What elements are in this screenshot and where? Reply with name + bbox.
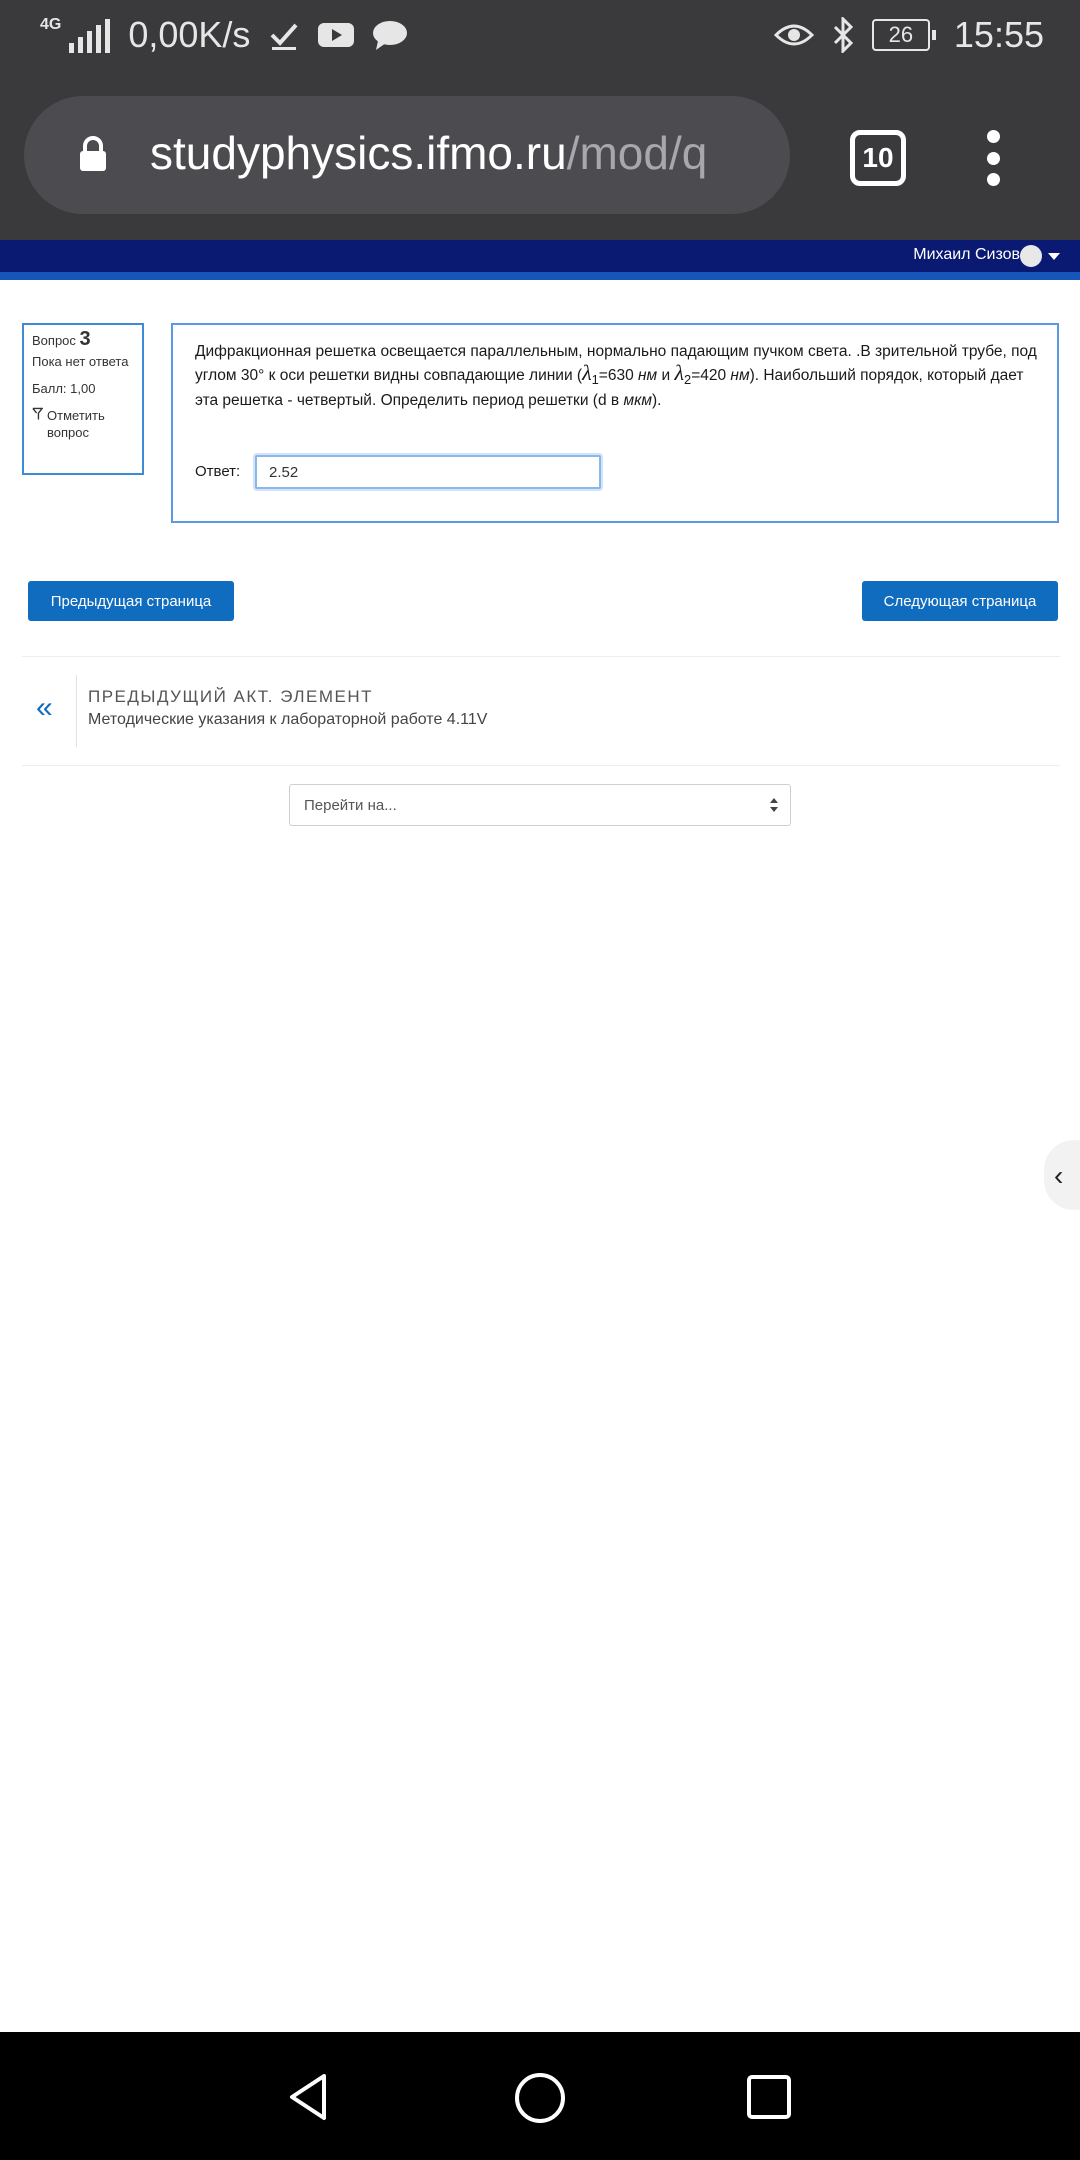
question-label: Вопрос — [32, 333, 76, 348]
caret-down-icon[interactable] — [1048, 253, 1060, 260]
question-text-part3: ). — [652, 392, 662, 410]
answer-input[interactable] — [255, 455, 601, 489]
lambda-unit-1: нм — [638, 367, 658, 384]
previous-activity-title: Методические указания к лабораторной раб… — [88, 711, 488, 728]
divider — [76, 675, 77, 747]
user-menu[interactable]: Михаил Сизов — [913, 246, 1020, 264]
previous-activity-label: ПРЕДЫДУЩИЙ АКТ. ЭЛЕМЕНТ — [88, 687, 374, 706]
flag-icon — [32, 407, 44, 420]
previous-activity-link[interactable]: « ПРЕДЫДУЩИЙ АКТ. ЭЛЕМЕНТ Методические у… — [22, 656, 1060, 766]
jump-to-placeholder: Перейти на... — [304, 796, 397, 814]
url-domain: studyphysics.ifmo.ru — [150, 127, 567, 179]
battery-icon: 26 — [871, 19, 936, 51]
answer-label: Ответ: — [195, 463, 241, 480]
lock-icon — [80, 136, 106, 171]
recents-icon[interactable] — [746, 2074, 792, 2120]
avatar[interactable] — [1020, 245, 1042, 267]
chevron-left-icon: ‹ — [1054, 1160, 1064, 1191]
question-number: 3 — [79, 328, 91, 350]
header-divider — [0, 272, 1080, 280]
download-complete-icon — [271, 23, 298, 50]
lambda-symbol-2: λ — [674, 360, 684, 385]
network-speed: 0,00K/s — [128, 14, 251, 55]
conjunction: и — [657, 367, 675, 384]
drawer-toggle[interactable]: ‹ — [1044, 1140, 1080, 1210]
lambda-value-2: =420 — [691, 367, 731, 384]
previous-page-button[interactable]: Предыдущая страница — [28, 581, 234, 621]
question-score: Балл: 1,00 — [32, 381, 96, 396]
lambda-subscript-1: 1 — [591, 372, 599, 388]
lambda-symbol-1: λ — [582, 360, 592, 385]
url-path: /mod/q — [566, 127, 708, 179]
next-page-button[interactable]: Следующая страница — [862, 581, 1058, 621]
youtube-icon — [318, 23, 355, 47]
question-status: Пока нет ответа — [32, 354, 129, 369]
question-text: Дифракционная решетка освещается паралле… — [195, 341, 1045, 411]
site-header: Михаил Сизов — [0, 240, 1080, 272]
battery-level: 26 — [871, 19, 930, 51]
network-type: 4G — [40, 16, 62, 33]
system-navigation-bar — [0, 2032, 1080, 2160]
browser-toolbar: studyphysics.ifmo.ru/mod/q 10 — [0, 78, 1080, 240]
browser-menu-button[interactable] — [985, 130, 1001, 186]
home-icon[interactable] — [514, 2072, 566, 2124]
jump-to-select[interactable]: Перейти на... — [289, 784, 791, 826]
url-text[interactable]: studyphysics.ifmo.ru/mod/q — [150, 126, 707, 180]
address-bar[interactable]: studyphysics.ifmo.ru/mod/q — [24, 96, 790, 214]
eye-icon — [773, 24, 814, 46]
signal-icon: 4G — [40, 16, 111, 53]
flag-question-link[interactable]: Отметить вопрос — [32, 407, 142, 441]
question-info-panel: Вопрос 3 Пока нет ответа Балл: 1,00 Отме… — [22, 323, 144, 475]
tab-switcher-button[interactable]: 10 — [850, 130, 906, 186]
select-arrows-icon — [770, 798, 778, 812]
lambda-value-1: =630 — [598, 367, 639, 384]
flag-question-label: Отметить вопрос — [47, 408, 105, 440]
double-chevron-left-icon: « — [36, 691, 53, 724]
back-icon[interactable] — [284, 2072, 334, 2122]
clock: 15:55 — [953, 14, 1044, 55]
status-bar: 4G 0,00K/s 26 15:55 — [0, 0, 1080, 78]
bluetooth-icon — [833, 17, 854, 53]
chat-icon — [373, 21, 408, 50]
answer-unit: мкм — [623, 392, 653, 410]
question-box: Дифракционная решетка освещается паралле… — [171, 323, 1059, 523]
lambda-unit-2: нм — [730, 367, 750, 384]
